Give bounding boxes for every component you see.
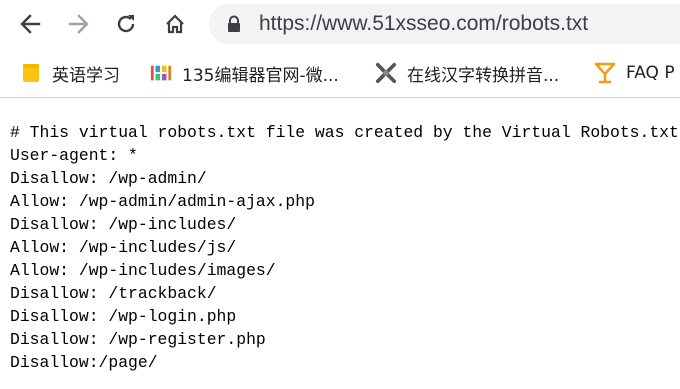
bookmark-135-editor[interactable]: 135编辑器官网-微... <box>150 48 339 98</box>
folder-icon <box>20 62 42 84</box>
url-text[interactable]: https://www.51xsseo.com/robots.txt <box>259 4 588 44</box>
bookmark-label: 英语学习 <box>52 65 120 86</box>
document-line: Disallow: /wp-includes/ <box>10 215 237 234</box>
home-icon <box>166 14 184 34</box>
arrow-right-icon <box>68 14 89 34</box>
document-line: Disallow: /wp-login.php <box>10 307 237 326</box>
bookmark-faq[interactable]: FAQ P <box>594 48 675 98</box>
browser-toolbar: https://www.51xsseo.com/robots.txt <box>0 0 680 48</box>
tools-favicon <box>375 62 397 84</box>
document-line: Allow: /wp-admin/admin-ajax.php <box>10 192 315 211</box>
document-line: # This virtual robots.txt file was creat… <box>10 123 679 142</box>
bookmarks-bar: 英语学习 135编辑器官网-微... 在线汉字转换拼音... FAQ P <box>0 48 680 98</box>
site-favicon <box>150 62 172 84</box>
bookmark-english-learning[interactable]: 英语学习 <box>20 48 120 98</box>
bookmark-label: FAQ P <box>626 63 675 83</box>
bookmark-label: 135编辑器官网-微... <box>182 65 339 86</box>
document-line: Disallow: /wp-register.php <box>10 330 266 349</box>
bookmark-pinyin-converter[interactable]: 在线汉字转换拼音... <box>375 48 559 98</box>
document-line: Disallow:/page/ <box>10 353 158 372</box>
forward-button[interactable] <box>61 6 97 42</box>
reload-icon <box>117 15 135 33</box>
document-line: Allow: /wp-includes/images/ <box>10 261 276 280</box>
robots-txt-document: # This virtual robots.txt file was creat… <box>0 99 680 389</box>
back-button[interactable] <box>12 6 48 42</box>
arrow-left-icon <box>20 14 41 34</box>
home-button[interactable] <box>157 6 193 42</box>
reload-button[interactable] <box>108 6 144 42</box>
document-line: Allow: /wp-includes/js/ <box>10 238 237 257</box>
cocktail-favicon <box>594 62 616 84</box>
document-line: Disallow: /wp-admin/ <box>10 169 207 188</box>
bookmark-label: 在线汉字转换拼音... <box>407 65 560 86</box>
lock-icon[interactable] <box>226 15 242 33</box>
document-line: User-agent: * <box>10 146 138 165</box>
document-line: Disallow: /trackback/ <box>10 284 217 303</box>
address-bar[interactable]: https://www.51xsseo.com/robots.txt <box>209 4 680 44</box>
